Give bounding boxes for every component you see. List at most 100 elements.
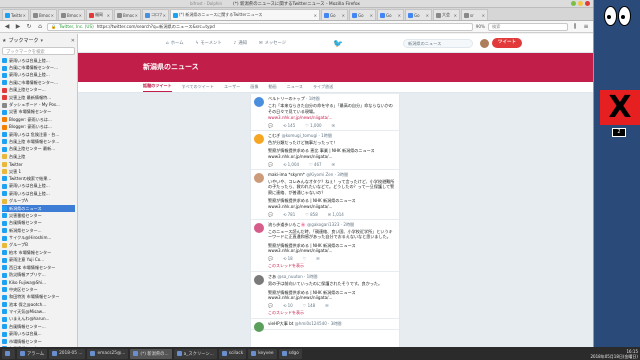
- browser-tab[interactable]: 福岡 ✕: [86, 9, 113, 20]
- tweet[interactable]: こむぎ @komugi_tomugi · 1時間 色が分類だったけど無事だったって…: [251, 131, 399, 170]
- browser-tab[interactable]: sr ✕: [461, 9, 488, 20]
- home-icon[interactable]: ⌂: [36, 23, 44, 31]
- twitter-search-input[interactable]: 新潟県のニュース: [403, 39, 473, 48]
- bookmark-item[interactable]: 和田特別 市場情報センター: [2, 294, 75, 301]
- tweet-quote[interactable]: 警察が情報提供求める | NHK 新潟県のニュース www3.nhk.or.jp…: [268, 243, 396, 254]
- browser-tab[interactable]: Twitter✕: [2, 9, 29, 20]
- close-icon[interactable]: ✕: [23, 13, 26, 18]
- retweet-icon[interactable]: ⟲ 781: [283, 212, 295, 217]
- share-icon[interactable]: ✉: [332, 123, 335, 128]
- browser-tab[interactable]: Go ✕: [321, 9, 348, 20]
- taskbar-item[interactable]: 2018-05 ...: [49, 348, 86, 359]
- avatar[interactable]: [254, 222, 264, 233]
- tweet[interactable]: vieHP大事 bt @hmi0s124540 · 3時間: [251, 319, 399, 332]
- bookmark-item[interactable]: 台風に市場情報センター...: [2, 79, 75, 86]
- bookmark-item[interactable]: Blogger: 豪雨いろは...: [2, 116, 75, 123]
- bookmark-item[interactable]: 西日本 市場情報センター: [2, 264, 75, 271]
- like-icon[interactable]: ♡ 858: [305, 212, 318, 217]
- back-icon[interactable]: ◀: [3, 23, 11, 31]
- search-tab[interactable]: ニュース: [287, 84, 303, 90]
- search-tab[interactable]: ライブ放送: [313, 84, 333, 90]
- retweet-icon[interactable]: ⟲ 18: [283, 256, 293, 261]
- retweet-icon[interactable]: ⟲ 1,004: [283, 162, 299, 167]
- bookmark-item[interactable]: 台風情報センター...: [2, 323, 75, 330]
- like-icon[interactable]: ♡ 148: [303, 303, 316, 308]
- library-icon[interactable]: ⫼: [571, 23, 579, 31]
- avatar[interactable]: [480, 39, 489, 48]
- close-icon[interactable]: ✕: [135, 13, 138, 18]
- like-icon[interactable]: ♡ 1,000: [305, 123, 321, 128]
- search-bar[interactable]: 検索: [488, 22, 568, 31]
- clock[interactable]: 16:15 2018年05月18日(金曜日): [591, 349, 638, 359]
- tweet-quote[interactable]: 警察が情報提供求める 恵比 事業 | NHK 新潟県のニュース www3.nhk…: [268, 148, 396, 159]
- bookmark-item[interactable]: 新潟県センター...: [2, 227, 75, 234]
- browser-tab[interactable]: Bmoc ✕: [114, 9, 141, 20]
- bookmark-search-input[interactable]: ブックマークを検索: [2, 47, 75, 55]
- bookmark-item[interactable]: 豪雨いろは台風上陸...: [2, 72, 75, 79]
- reply-icon[interactable]: 💬: [268, 162, 273, 167]
- tweet[interactable]: maki-ima *skyrm* @Kiyomi Zen · 3時間 いやいや、コ…: [251, 170, 399, 220]
- reload-icon[interactable]: ↻: [25, 23, 33, 31]
- browser-tab[interactable]: Go ✕: [377, 9, 404, 20]
- browser-tab[interactable]: コロナ✕: [142, 9, 169, 20]
- close-button[interactable]: [585, 1, 590, 6]
- avatar[interactable]: [254, 97, 264, 107]
- minimize-button[interactable]: [571, 1, 576, 6]
- bookmark-item[interactable]: 防災情報アプリケ...: [2, 271, 75, 278]
- search-tab[interactable]: 動画: [268, 84, 276, 90]
- reply-icon[interactable]: 💬: [268, 303, 273, 308]
- twitter-bird-icon[interactable]: 🐦: [333, 39, 343, 48]
- bookmark-item[interactable]: 豪雨いろは台風...: [2, 330, 75, 337]
- bookmark-item[interactable]: 災害 市場情報センター: [2, 109, 75, 116]
- bookmark-item[interactable]: 台風上陸: [2, 153, 75, 160]
- retweet-icon[interactable]: ⟲ 145: [283, 123, 295, 128]
- close-icon[interactable]: ✕: [454, 13, 457, 18]
- browser-tab[interactable]: Go ✕: [349, 9, 376, 20]
- bookmark-item[interactable]: 災害番組センター: [2, 212, 75, 219]
- bookmark-item[interactable]: いまえんわ@harun...: [2, 316, 75, 323]
- tweet[interactable]: さあ @sa_nuuton · 1時間 男の子は前向いていったのに保護されたそうで…: [251, 272, 399, 319]
- like-icon[interactable]: ♡ 467: [309, 162, 322, 167]
- bookmark-item[interactable]: グループA: [2, 197, 75, 204]
- avatar[interactable]: [254, 133, 264, 144]
- taskbar-item[interactable]: emacs25@...: [87, 348, 129, 359]
- bookmark-item[interactable]: 災害上陸 最新情報特...: [2, 94, 75, 101]
- bookmark-item[interactable]: Twitterの検索で結果...: [2, 175, 75, 182]
- menu-icon[interactable]: ≡: [582, 23, 590, 31]
- tweet-author[interactable]: vieHP大事 bt @hmi0s124540 · 3時間: [268, 321, 396, 327]
- search-tab[interactable]: ユーザー: [224, 84, 240, 90]
- close-icon[interactable]: ✕: [370, 13, 373, 18]
- bookmark-item[interactable]: マイ天気@Misaw...: [2, 308, 75, 315]
- bookmark-item[interactable]: Blogger: 豪雨いろは...: [2, 124, 75, 131]
- tweet-button[interactable]: ツイート: [492, 38, 522, 48]
- avatar[interactable]: [254, 172, 264, 183]
- nav-messages[interactable]: ✉ メッセージ: [259, 40, 286, 47]
- close-icon[interactable]: ✕: [398, 13, 401, 18]
- share-icon[interactable]: ✉: [332, 162, 335, 167]
- tweet-author[interactable]: 流ら歩道歩いもこ🌸 @gakogari1323 · 2時間: [268, 222, 396, 228]
- tweet-quote[interactable]: 警察が情報提供求める | NHK 新潟県のニュース www3.nhk.or.jp…: [268, 290, 396, 301]
- bookmark-item[interactable]: 災害 1: [2, 168, 75, 175]
- close-icon[interactable]: ✕: [51, 13, 54, 18]
- bookmark-item[interactable]: 台風情報センター: [2, 220, 75, 227]
- taskbar-item[interactable]: アラーム: [17, 348, 48, 359]
- bookmark-item[interactable]: 豪雨注意 Yuji Co...: [2, 257, 75, 264]
- search-tab[interactable]: 画像: [250, 84, 258, 90]
- bookmark-item[interactable]: 台風上陸センター...: [2, 87, 75, 94]
- share-icon[interactable]: ✉: [316, 256, 319, 261]
- tweet-link[interactable]: www3.nhk.or.jp/news/niigata/...: [268, 115, 332, 120]
- bookmark-item[interactable]: ダッシュボード - My Pos...: [2, 101, 75, 108]
- reply-icon[interactable]: 💬: [268, 123, 273, 128]
- bookmark-item[interactable]: 豪雨いろは 危険注意 - 台...: [2, 131, 75, 138]
- search-tab[interactable]: すべてのツイート: [182, 84, 214, 90]
- tweet-author[interactable]: こむぎ @komugi_tomugi · 1時間: [268, 133, 396, 139]
- share-icon[interactable]: ✉ 1,014: [328, 212, 344, 217]
- tweet[interactable]: ベルトリーのトップ · 1時間 これ「本来ならきた自分の命を守る」「最高の自分」命…: [251, 94, 399, 131]
- close-icon[interactable]: ✕: [314, 13, 317, 18]
- show-thread-link[interactable]: このスレッドを表示: [268, 310, 396, 316]
- url-bar[interactable]: 🔒 Twitter, Inc. (US) https://twitter.com…: [47, 22, 473, 31]
- taskbar-item[interactable]: keyvee: [248, 348, 277, 359]
- bookmark-item[interactable]: 豪雨いろは台風上陸...: [2, 190, 75, 197]
- close-icon[interactable]: ✕: [426, 13, 429, 18]
- close-icon[interactable]: ✕: [71, 38, 75, 44]
